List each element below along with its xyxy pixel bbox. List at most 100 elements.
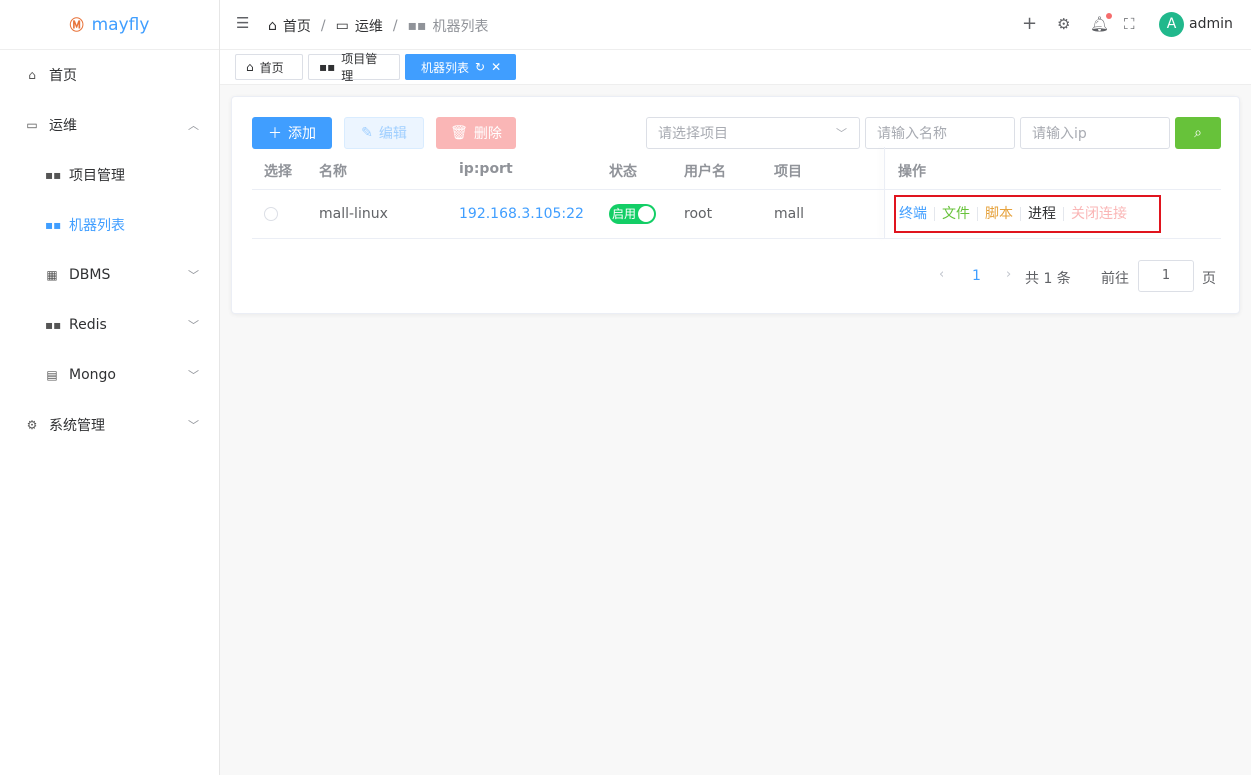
close-icon[interactable]: ✕ xyxy=(491,60,501,74)
search-button[interactable]: ⌕ xyxy=(1175,117,1221,149)
chevron-down-icon: ﹀ xyxy=(836,125,847,141)
placeholder: 请输入名称 xyxy=(877,123,947,143)
column-header: 名称 xyxy=(319,161,347,181)
edit-button[interactable]: ✎ 编辑 xyxy=(344,117,424,149)
next-page-icon[interactable]: › xyxy=(1006,267,1011,282)
select-radio[interactable] xyxy=(264,207,278,221)
breadcrumb-item[interactable]: 首页 xyxy=(283,16,311,36)
label: Mongo xyxy=(69,367,116,383)
divider xyxy=(252,189,1221,190)
sidebar-item-ops[interactable]: ▭ 运维 ︿ xyxy=(0,100,219,150)
home-icon: ⌂ xyxy=(25,68,39,82)
tab-machines[interactable]: 机器列表 ↻ ✕ xyxy=(405,54,516,80)
process-link[interactable]: 进程 xyxy=(1020,207,1063,221)
fixed-column-divider xyxy=(884,147,885,239)
close-connection-link[interactable]: 关闭连接 xyxy=(1063,207,1134,221)
column-header: ip:port xyxy=(459,161,513,177)
chevron-down-icon: ﹀ xyxy=(188,317,199,333)
sidebar-item-machines[interactable]: ▪▪ 机器列表 xyxy=(0,200,219,250)
label: 项目管理 xyxy=(69,165,125,185)
document-icon: ▤ xyxy=(45,368,59,382)
label: Redis xyxy=(69,317,107,333)
grid-icon: ▪▪ xyxy=(408,18,427,34)
column-header: 操作 xyxy=(898,161,926,181)
avatar[interactable]: A xyxy=(1159,12,1184,37)
cell-project: mall xyxy=(774,206,804,222)
breadcrumb-item: 机器列表 xyxy=(433,16,489,36)
label: 机器列表 xyxy=(69,215,125,235)
sidebar-item-redis[interactable]: ▪▪Redis﹀ xyxy=(0,300,219,350)
column-header: 项目 xyxy=(774,161,802,181)
chevron-down-icon: ﹀ xyxy=(188,267,199,283)
chevron-up-icon: ︿ xyxy=(188,117,199,133)
terminal-link[interactable]: 终端 xyxy=(896,207,934,221)
monitor-icon: ▭ xyxy=(336,18,349,34)
label: 编辑 xyxy=(379,123,407,143)
collapse-menu-icon[interactable]: ☰ xyxy=(236,14,249,32)
switch-knob xyxy=(638,206,654,222)
column-header: 用户名 xyxy=(684,161,726,181)
grid-icon: ▪▪ xyxy=(45,218,59,232)
breadcrumb: ⌂ 首页 / ▭ 运维 / ▪▪ 机器列表 xyxy=(268,16,489,36)
grid-icon: ▪▪ xyxy=(45,168,59,182)
sidebar-item-system[interactable]: ⚙系统管理﹀ xyxy=(0,400,219,450)
actions-highlight: 终端 文件 脚本 进程 关闭连接 xyxy=(894,195,1161,233)
script-link[interactable]: 脚本 xyxy=(977,207,1020,221)
divider xyxy=(252,238,1221,239)
sidebar-item-dbms[interactable]: ▦ DBMS ﹀ xyxy=(0,250,219,300)
sidebar-item-mongo[interactable]: ▤Mongo﹀ xyxy=(0,350,219,400)
table-icon: ▦ xyxy=(45,268,59,282)
home-icon: ⌂ xyxy=(268,18,277,34)
label: 运维 xyxy=(49,115,77,135)
plus-icon[interactable]: + xyxy=(1022,13,1037,34)
add-button[interactable]: ＋ 添加 xyxy=(252,117,332,149)
ip-input[interactable]: 请输入ip xyxy=(1020,117,1170,149)
logo-icon: Ⓜ xyxy=(70,15,84,35)
grid-icon: ▪▪ xyxy=(319,60,335,74)
prev-page-icon[interactable]: ‹ xyxy=(939,267,944,282)
delete-button[interactable]: 🗑︎删除 xyxy=(436,117,516,149)
label: DBMS xyxy=(69,267,110,283)
label: 首页 xyxy=(49,65,77,85)
column-header: 选择 xyxy=(264,161,292,181)
app-name: mayfly xyxy=(92,15,150,35)
cell-name: mall-linux xyxy=(319,206,388,222)
label: 添加 xyxy=(288,123,316,143)
tab-home[interactable]: ⌂首页 xyxy=(235,54,303,80)
plus-icon: ＋ xyxy=(268,123,282,143)
breadcrumb-item[interactable]: 运维 xyxy=(355,16,383,36)
goto-page-input[interactable]: 1 xyxy=(1138,260,1194,292)
project-select[interactable]: 请选择项目 ﹀ xyxy=(646,117,860,149)
label: 系统管理 xyxy=(49,415,105,435)
refresh-icon[interactable]: ↻ xyxy=(475,60,485,74)
label: 删除 xyxy=(474,123,502,143)
sidebar-item-home[interactable]: ⌂ 首页 xyxy=(0,50,219,100)
logo[interactable]: Ⓜmayfly xyxy=(0,0,219,50)
placeholder: 请选择项目 xyxy=(658,123,728,143)
search-icon: ⌕ xyxy=(1194,125,1202,141)
separator: / xyxy=(393,18,398,34)
status-switch[interactable]: 启用 xyxy=(609,204,656,224)
fullscreen-icon[interactable]: ⛶ xyxy=(1124,15,1135,33)
edit-icon: ✎ xyxy=(361,125,373,141)
page-number[interactable]: 1 xyxy=(972,268,981,284)
name-input[interactable]: 请输入名称 xyxy=(865,117,1015,149)
cell-ip-link[interactable]: 192.168.3.105:22 xyxy=(459,206,584,222)
header: ☰ ⌂ 首页 / ▭ 运维 / ▪▪ 机器列表 + ⚙ 🔔︎ ⛶ xyxy=(220,0,1251,50)
monitor-icon: ▭ xyxy=(25,118,39,132)
chevron-down-icon: ﹀ xyxy=(188,417,199,433)
gear-icon[interactable]: ⚙ xyxy=(1057,15,1070,33)
status-label: 启用 xyxy=(612,207,636,221)
tab-projects[interactable]: ▪▪项目管理 xyxy=(308,54,400,80)
tab-label: 机器列表 xyxy=(421,59,469,76)
username[interactable]: admin xyxy=(1189,16,1233,32)
machine-list-card: ＋添加 ✎编辑 🗑︎删除 请选择项目﹀ 请输入名称 请输入ip ⌕ 选择 名称 … xyxy=(231,96,1240,314)
column-header: 状态 xyxy=(609,161,637,181)
file-link[interactable]: 文件 xyxy=(934,207,977,221)
separator: / xyxy=(321,18,326,34)
total-count: 共 1 条 xyxy=(1025,268,1071,288)
placeholder: 请输入ip xyxy=(1032,123,1087,143)
tab-bar: ⌂首页 ▪▪项目管理 机器列表 ↻ ✕ xyxy=(220,50,1251,85)
sidebar-item-projects[interactable]: ▪▪ 项目管理 xyxy=(0,150,219,200)
bell-icon[interactable]: 🔔︎ xyxy=(1090,15,1109,33)
